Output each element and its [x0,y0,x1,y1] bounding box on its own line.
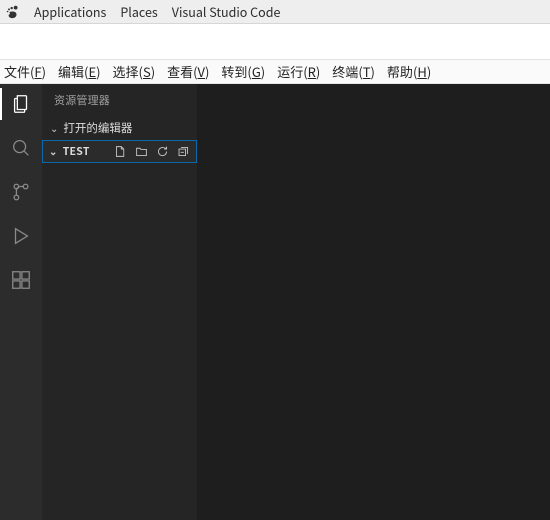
run-debug-icon[interactable] [9,224,33,248]
gnome-applications[interactable]: Applications [34,2,106,21]
editor-area [197,84,550,520]
search-icon[interactable] [9,136,33,160]
sidebar-title: 资源管理器 [42,84,197,116]
folder-section[interactable]: ⌄ TEST [42,140,197,163]
folder-name-label: TEST [63,144,90,159]
collapse-all-icon[interactable] [177,145,190,158]
gnome-foot-icon [6,5,20,19]
menu-file[interactable]: 文件(F) [4,62,46,81]
menu-help[interactable]: 帮助(H) [387,62,431,81]
window-title-bar [0,24,550,60]
refresh-icon[interactable] [156,145,169,158]
menu-select[interactable]: 选择(S) [113,62,156,81]
activity-bar [0,84,42,520]
menu-bar: 文件(F) 编辑(E) 选择(S) 查看(V) 转到(G) 运行(R) 终端(T… [0,60,550,84]
menu-edit[interactable]: 编辑(E) [58,62,101,81]
gnome-active-app[interactable]: Visual Studio Code [172,2,281,21]
chevron-down-icon: ⌄ [49,143,58,158]
menu-go[interactable]: 转到(G) [221,62,265,81]
menu-view[interactable]: 查看(V) [167,62,209,81]
source-control-icon[interactable] [9,180,33,204]
open-editors-section[interactable]: ⌄ 打开的编辑器 [42,116,197,140]
menu-run[interactable]: 运行(R) [277,62,320,81]
menu-terminal[interactable]: 终端(T) [332,62,375,81]
chevron-down-icon: ⌄ [50,120,58,135]
extensions-icon[interactable] [9,268,33,292]
system-top-bar: Applications Places Visual Studio Code [0,0,550,24]
explorer-icon[interactable] [9,92,33,116]
new-file-icon[interactable] [114,145,127,158]
open-editors-label: 打开的编辑器 [63,120,132,136]
explorer-sidebar: 资源管理器 ⌄ 打开的编辑器 ⌄ TEST [42,84,197,520]
main-area: 资源管理器 ⌄ 打开的编辑器 ⌄ TEST [0,84,550,520]
new-folder-icon[interactable] [135,145,148,158]
gnome-places[interactable]: Places [120,2,157,21]
